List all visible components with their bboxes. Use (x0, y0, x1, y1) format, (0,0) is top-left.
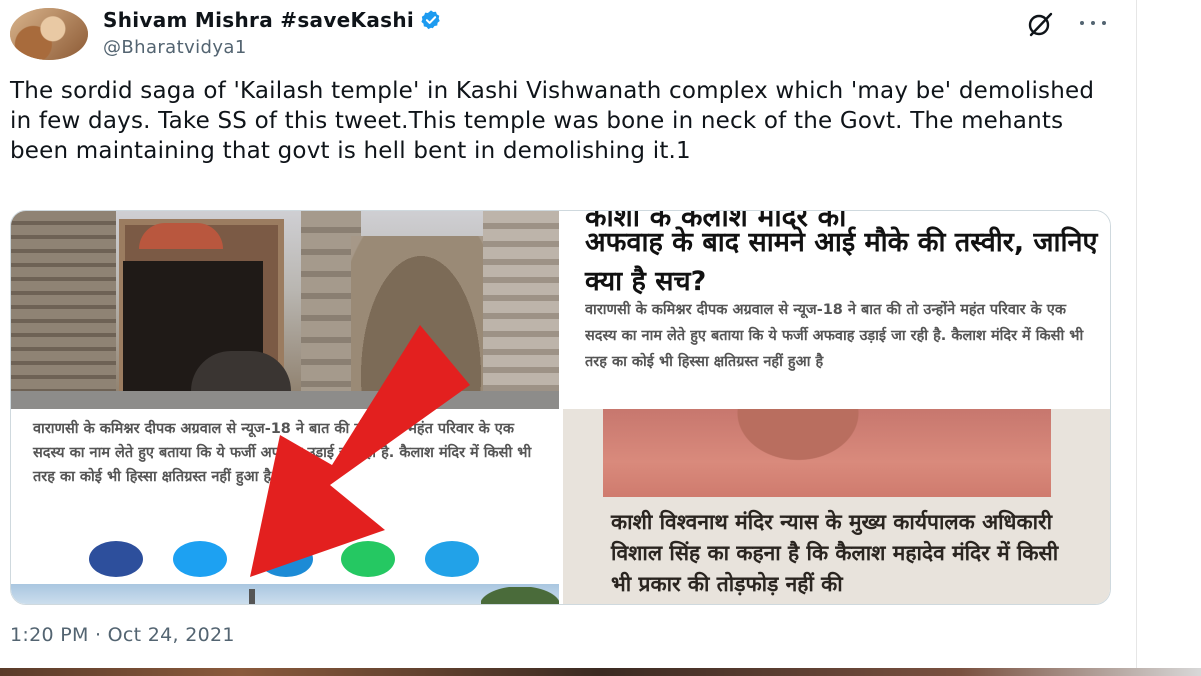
tweet-card: Shivam Mishra #saveKashi @Bharatvidya1 T… (0, 0, 1135, 676)
author-handle[interactable]: @Bharatvidya1 (103, 37, 247, 58)
author-name[interactable]: Shivam Mishra #saveKashi (103, 8, 414, 32)
telegram-share-button[interactable] (259, 541, 313, 577)
newspaper-face (713, 409, 883, 479)
more-icon[interactable] (1077, 10, 1109, 36)
avatar-image (10, 8, 88, 60)
photo-sign (139, 223, 223, 249)
temple-photo (11, 211, 559, 409)
grok-icon[interactable] (1026, 10, 1054, 38)
tweet-media[interactable]: काशी के कैलाश मंदिर को अफवाह के बाद सामन… (10, 210, 1111, 605)
share-buttons (89, 541, 489, 577)
article-sky (11, 584, 559, 604)
more-dot (1091, 21, 1095, 25)
right-edge-panel (1136, 0, 1201, 676)
article-tree (481, 587, 559, 604)
author-row: Shivam Mishra #saveKashi (103, 8, 442, 32)
avatar[interactable] (10, 8, 88, 60)
more-dot (1080, 21, 1084, 25)
newspaper-clipping: काशी विश्वनाथ मंदिर न्यास के मुख्य कार्य… (563, 409, 1110, 604)
news-body-clip: वाराणसी के कमिश्नर दीपक अग्रवाल से न्यूज… (585, 297, 1105, 409)
photo-right-wall (483, 211, 559, 409)
tweet-timestamp[interactable]: 1:20 PM · Oct 24, 2021 (10, 624, 235, 646)
photo-wall (11, 211, 116, 409)
news-body: वाराणसी के कमिश्नर दीपक अग्रवाल से न्यूज… (585, 302, 1084, 370)
verified-badge-icon (421, 10, 440, 30)
article-tower (249, 589, 255, 604)
share-button[interactable] (425, 541, 479, 577)
article-body: वाराणसी के कमिश्नर दीपक अग्रवाल से न्यूज… (33, 421, 532, 485)
newspaper-text: काशी विश्वनाथ मंदिर न्यास के मुख्य कार्य… (611, 510, 1059, 596)
photo-rubble (351, 236, 491, 409)
bottom-edge-strip (0, 668, 1201, 676)
tweet-text: The sordid saga of 'Kailash temple' in K… (10, 78, 1095, 164)
facebook-share-button[interactable] (89, 541, 143, 577)
twitter-share-button[interactable] (173, 541, 227, 577)
news-headline: अफवाह के बाद सामने आई मौके की तस्वीर, जा… (585, 227, 1098, 297)
photo-ground (11, 391, 559, 409)
more-dot (1102, 21, 1106, 25)
news-headline-panel: काशी के कैलाश मंदिर को अफवाह के बाद सामन… (563, 211, 1110, 409)
whatsapp-share-button[interactable] (341, 541, 395, 577)
article-panel: वाराणसी के कमिश्नर दीपक अग्रवाल से न्यूज… (11, 409, 559, 604)
